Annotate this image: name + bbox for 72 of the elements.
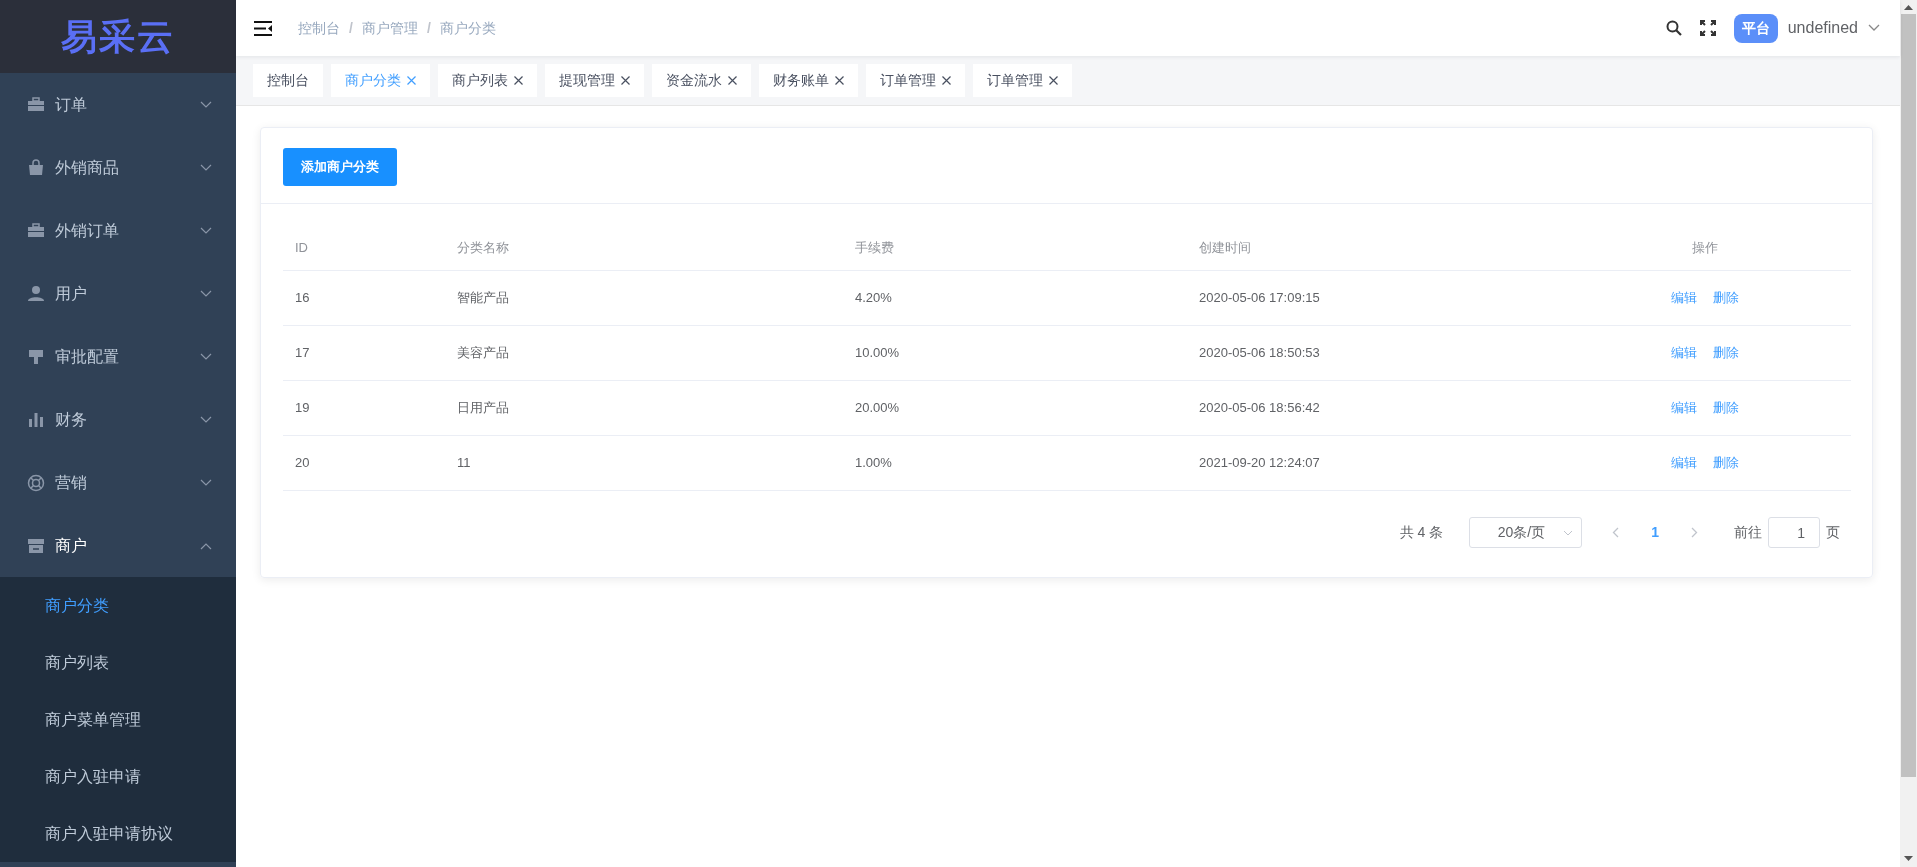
- table-cell: 2020-05-06 18:56:42: [1199, 400, 1320, 416]
- breadcrumb-separator: /: [426, 18, 431, 38]
- page-tab[interactable]: 财务账单: [759, 64, 858, 97]
- close-icon[interactable]: [1049, 76, 1058, 85]
- role-badge: 平台: [1733, 13, 1778, 43]
- table-cell: 20: [295, 455, 310, 471]
- page-tab[interactable]: 提现管理: [545, 64, 644, 97]
- page-tab[interactable]: 商户列表: [438, 64, 537, 97]
- table-cell: 日用产品: [457, 400, 509, 416]
- table-cell: 4.20%: [855, 290, 892, 306]
- user-name[interactable]: undefined: [1787, 16, 1858, 40]
- scrollbar[interactable]: [1900, 0, 1917, 867]
- scroll-down-arrow-icon[interactable]: [1904, 856, 1913, 862]
- sidebar-menu-item[interactable]: 商户: [0, 514, 236, 577]
- logo-text: 易采云: [61, 14, 175, 59]
- table-cell: 美容产品: [457, 345, 509, 361]
- page-tab[interactable]: 订单管理: [973, 64, 1072, 97]
- sidebar-menu-item[interactable]: 财务: [0, 388, 236, 451]
- sidebar-menu-item[interactable]: 订单: [0, 73, 236, 136]
- submenu-item[interactable]: 商户菜单管理: [0, 691, 236, 748]
- submenu-item[interactable]: 商户列表: [0, 634, 236, 691]
- submenu-item[interactable]: 商户分类: [0, 577, 236, 634]
- table-cell: 智能产品: [457, 290, 509, 306]
- sidebar-menu-item[interactable]: 用户: [0, 262, 236, 325]
- sidebar-menu-item[interactable]: 审批配置: [0, 325, 236, 388]
- sidebar-menu-item[interactable]: 外销商品: [0, 136, 236, 199]
- column-header: 手续费: [843, 225, 1187, 271]
- table-cell: 17: [295, 345, 310, 361]
- column-header: 分类名称: [445, 225, 843, 271]
- table-cell: 1.00%: [855, 455, 892, 471]
- table-cell: 2021-09-20 12:24:07: [1199, 455, 1320, 471]
- page-suffix: 页: [1826, 523, 1840, 542]
- fullscreen-icon[interactable]: [1699, 20, 1716, 36]
- page-tab[interactable]: 控制台: [253, 64, 323, 97]
- chevron-down-icon[interactable]: [1868, 24, 1880, 32]
- goto-label: 前往: [1734, 523, 1762, 542]
- table-cell: 11: [457, 455, 471, 471]
- briefcase-icon: [27, 95, 45, 114]
- breadcrumb-separator: /: [349, 18, 353, 38]
- close-icon[interactable]: [728, 76, 737, 85]
- menu-toggle-icon[interactable]: [254, 20, 272, 36]
- page-size-select[interactable]: 20条/页: [1469, 517, 1583, 548]
- submenu-item[interactable]: 商户入驻申请协议: [0, 805, 236, 862]
- table-cell: 2020-05-06 17:09:15: [1199, 290, 1320, 306]
- table-cell: 2020-05-06 18:50:53: [1199, 345, 1320, 361]
- bar-chart-icon: [27, 410, 45, 429]
- close-icon[interactable]: [835, 76, 844, 85]
- page-tab[interactable]: 资金流水: [652, 64, 751, 97]
- scroll-up-arrow-icon[interactable]: [1904, 4, 1913, 10]
- column-header: 操作: [1547, 225, 1851, 271]
- close-icon[interactable]: [621, 76, 630, 85]
- lifebuoy-icon: [27, 473, 45, 492]
- total-count: 共 4 条: [1399, 523, 1444, 542]
- page-tab[interactable]: 订单管理: [866, 64, 965, 97]
- column-header: 创建时间: [1187, 225, 1547, 271]
- page-input[interactable]: 1: [1768, 517, 1820, 548]
- close-icon[interactable]: [942, 76, 951, 85]
- sidebar-menu-item[interactable]: 营销: [0, 451, 236, 514]
- submenu-item[interactable]: 商户入驻申请: [0, 748, 236, 805]
- table-cell: 19: [295, 400, 310, 416]
- breadcrumb-item: 商户分类: [439, 18, 496, 38]
- column-header: ID: [283, 225, 445, 271]
- close-icon[interactable]: [514, 76, 523, 85]
- stamp-icon: [27, 347, 45, 366]
- search-icon[interactable]: [1665, 20, 1682, 36]
- table-cell: 20.00%: [855, 400, 900, 416]
- user-icon: [27, 284, 45, 303]
- briefcase-icon: [27, 221, 45, 240]
- shopping-bag-icon: [27, 158, 45, 177]
- table-cell: 10.00%: [855, 345, 900, 361]
- sidebar-menu-item[interactable]: 外销订单: [0, 199, 236, 262]
- table-cell: 16: [295, 290, 310, 306]
